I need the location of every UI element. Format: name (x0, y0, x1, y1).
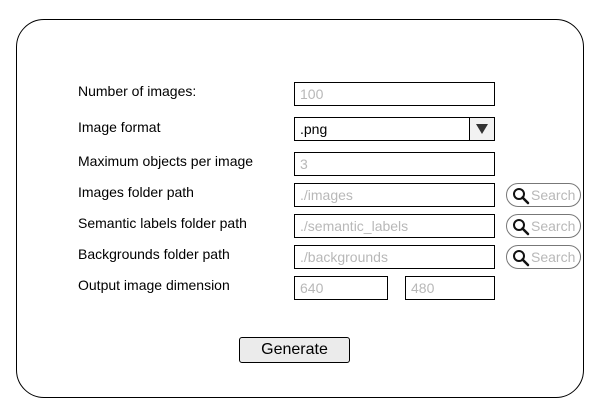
magnifier-icon (513, 250, 530, 267)
backgrounds-folder-input[interactable]: ./backgrounds (294, 245, 495, 269)
max-objects-label: Maximum objects per image (78, 153, 254, 169)
backgrounds-folder-search-label: Search (531, 249, 576, 265)
generate-button[interactable]: Generate (239, 337, 350, 363)
backgrounds-folder-search-button[interactable]: Search (506, 245, 581, 269)
output-width-input[interactable]: 640 (294, 276, 388, 300)
images-folder-search-button[interactable]: Search (506, 183, 581, 207)
output-height-input[interactable]: 480 (405, 276, 495, 300)
backgrounds-folder-label: Backgrounds folder path (78, 246, 230, 262)
magnifier-icon (513, 219, 530, 236)
images-folder-input[interactable]: ./images (294, 183, 495, 207)
triangle-down-icon[interactable] (469, 118, 494, 140)
images-folder-label: Images folder path (78, 184, 194, 200)
images-folder-search-label: Search (531, 187, 576, 203)
semantic-folder-search-label: Search (531, 218, 576, 234)
semantic-folder-search-button[interactable]: Search (506, 214, 581, 238)
num-images-label: Number of images: (78, 83, 197, 99)
image-format-value: .png (300, 121, 328, 137)
magnifier-icon (513, 188, 530, 205)
semantic-folder-label: Semantic labels folder path (78, 215, 247, 231)
semantic-folder-input[interactable]: ./semantic_labels (294, 214, 495, 238)
num-images-input[interactable]: 100 (294, 82, 495, 106)
max-objects-input[interactable]: 3 (294, 152, 495, 176)
image-format-select[interactable]: .png (294, 117, 495, 141)
image-format-label: Image format (78, 119, 161, 135)
output-dimension-label: Output image dimension (78, 277, 230, 293)
